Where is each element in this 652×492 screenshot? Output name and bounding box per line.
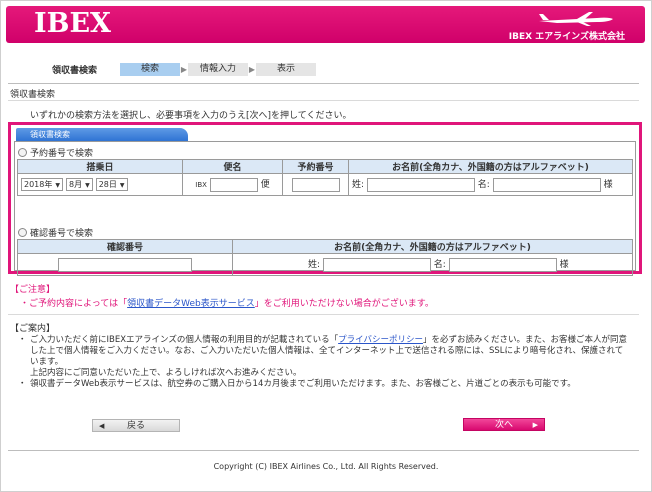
reservation-radio[interactable] xyxy=(18,148,27,157)
info-title: 【ご案内】 xyxy=(10,324,56,334)
divider xyxy=(8,450,639,451)
surname-label: 姓: xyxy=(308,260,321,271)
next-button[interactable]: 次へ ▶ xyxy=(463,418,545,431)
flight-number-cell: IBX 便 xyxy=(182,173,283,196)
name-cell: 姓: 名: 様 xyxy=(232,253,633,276)
instruction-text: いずれかの検索方法を選択し、必要事項を入力のうえ[次へ]を押してください。 xyxy=(30,111,352,121)
info-item-privacy: ご入力いただく前にIBEXエアラインズの個人情報の利用目的が記載されている「プラ… xyxy=(18,335,630,379)
step-arrow-icon: ▶ xyxy=(180,64,188,74)
confirmation-search-option[interactable]: 確認番号で検索 xyxy=(18,226,93,239)
year-select[interactable]: 2018年 ▼ xyxy=(21,178,63,191)
copyright: Copyright (C) IBEX Airlines Co., Ltd. Al… xyxy=(213,462,439,471)
boarding-date-cell: 2018年 ▼ 8月 ▼ 28日 ▼ xyxy=(17,173,183,196)
col-reservation-number: 予約番号 xyxy=(282,159,349,174)
caution-text: ・ご予約内容によっては「領収書データWeb表示サービス」をご利用いただけない場合… xyxy=(20,299,434,309)
confirmation-table: 確認番号 お名前(全角カナ、外国籍の方はアルファベット) 姓: 名: 様 xyxy=(17,239,633,276)
divider xyxy=(8,83,639,84)
flight-prefix: IBX xyxy=(195,181,207,190)
divider xyxy=(8,100,639,101)
company-name: IBEX エアラインズ株式会社 xyxy=(508,32,625,42)
info-item-service-period: 領収書データWeb表示サービスは、航空券のご購入日から14カ月後までご利用いただ… xyxy=(18,379,630,390)
step-search: 検索 xyxy=(120,62,180,76)
info-list: ご入力いただく前にIBEXエアラインズの個人情報の利用目的が記載されている「プラ… xyxy=(18,335,630,390)
privacy-policy-link[interactable]: プライバシーポリシー xyxy=(338,335,423,345)
search-form-box: 領収書検索 予約番号で検索 搭乗日 便名 予約番号 お名前(全角カナ、外国籍の方… xyxy=(8,122,642,276)
given-name-input[interactable] xyxy=(448,257,557,272)
reservation-table: 搭乗日 便名 予約番号 お名前(全角カナ、外国籍の方はアルファベット) 2018… xyxy=(17,159,633,196)
col-name: お名前(全角カナ、外国籍の方はアルファベット) xyxy=(348,159,633,174)
surname-input[interactable] xyxy=(322,257,431,272)
honorific: 様 xyxy=(603,180,613,191)
tab-receipt-search[interactable]: 領収書検索 xyxy=(16,128,188,141)
col-name: お名前(全角カナ、外国籍の方はアルファベット) xyxy=(232,239,633,254)
name-cell: 姓: 名: 様 xyxy=(348,173,633,196)
arrow-right-icon: ▶ xyxy=(532,421,538,429)
ibex-logo[interactable]: IBEX xyxy=(34,8,111,39)
reservation-radio-label: 予約番号で検索 xyxy=(30,149,94,159)
page-title: 領収書検索 xyxy=(10,90,56,100)
reservation-number-input[interactable] xyxy=(291,177,340,192)
given-name-input[interactable] xyxy=(492,177,601,192)
given-name-label: 名: xyxy=(477,180,490,191)
surname-label: 姓: xyxy=(352,180,365,191)
site-header: IBEX IBEX エアラインズ株式会社 xyxy=(6,6,645,43)
col-flight-number: 便名 xyxy=(182,159,283,174)
reservation-number-cell xyxy=(282,173,349,196)
flight-suffix: 便 xyxy=(260,180,270,191)
step-arrow-icon: ▶ xyxy=(248,64,256,74)
step-indicator: 領収書検索 検索 ▶ 情報入力 ▶ 表示 xyxy=(52,62,316,76)
step-title: 領収書検索 xyxy=(52,65,98,76)
step-input: 情報入力 xyxy=(188,62,248,76)
search-form-inner: 予約番号で検索 搭乗日 便名 予約番号 お名前(全角カナ、外国籍の方はアルファベ… xyxy=(14,141,636,276)
given-name-label: 名: xyxy=(433,260,446,271)
airplane-icon xyxy=(539,12,613,26)
col-confirmation-number: 確認番号 xyxy=(17,239,233,254)
arrow-left-icon: ◀ xyxy=(99,422,105,430)
surname-input[interactable] xyxy=(366,177,475,192)
step-display: 表示 xyxy=(256,62,316,76)
confirmation-number-input[interactable] xyxy=(58,257,192,272)
day-select[interactable]: 28日 ▼ xyxy=(95,178,128,191)
col-boarding-date: 搭乗日 xyxy=(17,159,183,174)
back-button[interactable]: ◀ 戻る xyxy=(92,419,180,432)
month-select[interactable]: 8月 ▼ xyxy=(65,178,93,191)
flight-number-input[interactable] xyxy=(209,177,258,192)
web-receipt-service-link[interactable]: 領収書データWeb表示サービス xyxy=(127,299,255,309)
confirmation-radio[interactable] xyxy=(18,228,27,237)
caution-title: 【ご注意】 xyxy=(10,285,56,295)
confirmation-radio-label: 確認番号で検索 xyxy=(30,229,94,239)
honorific: 様 xyxy=(559,260,569,271)
reservation-search-option[interactable]: 予約番号で検索 xyxy=(18,146,93,159)
confirmation-number-cell xyxy=(17,253,233,276)
divider xyxy=(8,314,639,315)
